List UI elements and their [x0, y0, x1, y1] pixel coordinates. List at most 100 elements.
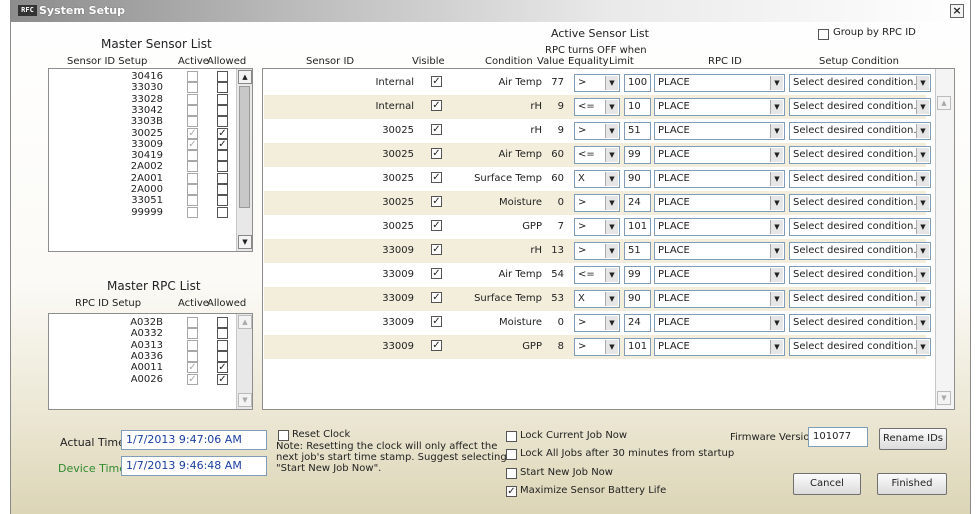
chevron-down-icon[interactable]: ▼	[770, 316, 783, 330]
equality-dropdown[interactable]: > ▼	[574, 122, 620, 140]
allowed-checkbox[interactable]	[217, 184, 228, 195]
allowed-checkbox[interactable]	[217, 206, 228, 218]
active-sensor-table[interactable]: Internal ✓ Air Temp 77 > ▼ 100 PLACE ▼ Select des…	[262, 68, 955, 410]
allowed-checkbox[interactable]	[217, 150, 228, 162]
chevron-down-icon[interactable]: ▼	[605, 220, 618, 234]
allowed-checkbox[interactable]	[217, 328, 228, 340]
scroll-thumb[interactable]	[239, 86, 250, 208]
setup-condition-dropdown[interactable]: Select desired condition... ▼	[789, 242, 931, 260]
equality-dropdown[interactable]: > ▼	[574, 194, 620, 212]
chevron-down-icon[interactable]: ▼	[770, 172, 783, 186]
list-item[interactable]: 3303B	[49, 116, 252, 128]
list-item[interactable]: 2A002	[49, 161, 252, 173]
chevron-down-icon[interactable]: ▼	[770, 292, 783, 306]
chevron-down-icon[interactable]: ▼	[605, 292, 618, 306]
setup-condition-dropdown[interactable]: Select desired condition... ▼	[789, 194, 931, 212]
allowed-checkbox[interactable]	[217, 172, 228, 184]
list-item[interactable]: 99999	[49, 206, 252, 218]
chevron-down-icon[interactable]: ▼	[770, 100, 783, 114]
limit-field[interactable]: 99	[624, 146, 651, 164]
allowed-checkbox[interactable]	[217, 195, 228, 207]
chevron-down-icon[interactable]: ▼	[770, 196, 783, 210]
list-item[interactable]: 30419	[49, 150, 252, 162]
chevron-down-icon[interactable]: ▼	[770, 220, 783, 234]
list-item[interactable]: A032B	[49, 317, 252, 328]
limit-field[interactable]: 51	[624, 122, 651, 140]
chevron-down-icon[interactable]: ▼	[916, 268, 929, 282]
finished-button[interactable]: Finished	[877, 473, 947, 495]
group-by-rpc-checkbox[interactable]	[818, 29, 829, 40]
chevron-down-icon[interactable]: ▼	[770, 148, 783, 162]
chevron-down-icon[interactable]: ▼	[605, 340, 618, 354]
table-row[interactable]: 33009 ✓ GPP 8 > ▼ 101 PLACE ▼ Select desired cond…	[264, 335, 931, 359]
list-item[interactable]: A0313	[49, 339, 252, 351]
chevron-down-icon[interactable]: ▼	[916, 196, 929, 210]
chevron-down-icon[interactable]: ▼	[770, 244, 783, 258]
list-item[interactable]: A0332	[49, 328, 252, 340]
allowed-checkbox[interactable]: ✓	[217, 362, 228, 374]
lock-current-job-checkbox[interactable]	[506, 431, 517, 442]
table-row[interactable]: 30025 ✓ GPP 7 > ▼ 101 PLACE ▼ Select desired cond…	[264, 215, 931, 239]
rpc-id-dropdown[interactable]: PLACE ▼	[654, 122, 785, 140]
table-row[interactable]: Internal ✓ rH 9 <= ▼ 10 PLACE ▼ Select desired co…	[264, 95, 931, 119]
limit-field[interactable]: 99	[624, 266, 651, 284]
visible-checkbox[interactable]: ✓	[431, 316, 442, 327]
cancel-button[interactable]: Cancel	[793, 473, 861, 495]
setup-condition-dropdown[interactable]: Select desired condition... ▼	[789, 122, 931, 140]
active-sensor-scrollbar[interactable]: ▲ ▼	[935, 69, 954, 409]
list-item[interactable]: 2A001	[49, 172, 252, 184]
visible-checkbox[interactable]: ✓	[431, 124, 442, 135]
visible-checkbox[interactable]: ✓	[431, 220, 442, 231]
setup-condition-dropdown[interactable]: Select desired condition... ▼	[789, 98, 931, 116]
master-sensor-scrollbar[interactable]: ▲ ▼	[236, 69, 252, 251]
firmware-version-field[interactable]: 101077	[808, 427, 868, 447]
chevron-down-icon[interactable]: ▼	[605, 76, 618, 90]
allowed-checkbox[interactable]	[217, 116, 228, 128]
visible-checkbox[interactable]: ✓	[431, 340, 442, 351]
visible-checkbox[interactable]: ✓	[431, 172, 442, 183]
chevron-down-icon[interactable]: ▼	[605, 244, 618, 258]
visible-checkbox[interactable]: ✓	[431, 148, 442, 159]
rpc-id-dropdown[interactable]: PLACE ▼	[654, 194, 785, 212]
chevron-down-icon[interactable]: ▼	[770, 76, 783, 90]
lock-all-jobs-checkbox[interactable]	[506, 449, 517, 460]
table-row[interactable]: 30025 ✓ Air Temp 60 <= ▼ 99 PLACE ▼ Select desire…	[264, 143, 931, 167]
scroll-up-icon[interactable]: ▲	[238, 70, 252, 84]
master-sensor-list[interactable]: 30416 33030 33028 33042 3303B 30025 ✓ ✓ 33009 ✓ ✓ 3…	[48, 68, 253, 252]
rpc-id-dropdown[interactable]: PLACE ▼	[654, 290, 785, 308]
chevron-down-icon[interactable]: ▼	[605, 196, 618, 210]
table-row[interactable]: 30025 ✓ rH 9 > ▼ 51 PLACE ▼ Select desired condit…	[264, 119, 931, 143]
allowed-checkbox[interactable]: ✓	[217, 373, 228, 385]
list-item[interactable]: A0336	[49, 350, 252, 362]
limit-field[interactable]: 51	[624, 242, 651, 260]
list-item[interactable]: 33051	[49, 195, 252, 207]
chevron-down-icon[interactable]: ▼	[916, 148, 929, 162]
rpc-id-dropdown[interactable]: PLACE ▼	[654, 218, 785, 236]
master-rpc-list[interactable]: A032B A0332 A0313 A0336 A0011 ✓ ✓ A0026 ✓ ✓ ▲ ▼	[48, 313, 253, 410]
list-item[interactable]: 33028	[49, 93, 252, 105]
limit-field[interactable]: 101	[624, 338, 651, 356]
limit-field[interactable]: 10	[624, 98, 651, 116]
rename-ids-button[interactable]: Rename IDs	[879, 428, 947, 450]
equality-dropdown[interactable]: <= ▼	[574, 266, 620, 284]
table-row[interactable]: 30025 ✓ Moisture 0 > ▼ 24 PLACE ▼ Select desired …	[264, 191, 931, 215]
chevron-down-icon[interactable]: ▼	[605, 316, 618, 330]
master-rpc-scrollbar[interactable]: ▲ ▼	[236, 314, 252, 409]
table-row[interactable]: 33009 ✓ Air Temp 54 <= ▼ 99 PLACE ▼ Select desire…	[264, 263, 931, 287]
list-item[interactable]: 33042	[49, 104, 252, 116]
scroll-down-icon[interactable]: ▼	[238, 393, 252, 407]
limit-field[interactable]: 101	[624, 218, 651, 236]
setup-condition-dropdown[interactable]: Select desired condition... ▼	[789, 314, 931, 332]
list-item[interactable]: 30025 ✓ ✓	[49, 127, 252, 139]
table-row[interactable]: 33009 ✓ rH 13 > ▼ 51 PLACE ▼ Select desired condi…	[264, 239, 931, 263]
equality-dropdown[interactable]: <= ▼	[574, 146, 620, 164]
limit-field[interactable]: 24	[624, 194, 651, 212]
equality-dropdown[interactable]: > ▼	[574, 242, 620, 260]
allowed-checkbox[interactable]	[217, 339, 228, 351]
allowed-checkbox[interactable]	[217, 71, 228, 82]
list-item[interactable]: A0011 ✓ ✓	[49, 362, 252, 374]
equality-dropdown[interactable]: > ▼	[574, 74, 620, 92]
chevron-down-icon[interactable]: ▼	[916, 244, 929, 258]
chevron-down-icon[interactable]: ▼	[605, 172, 618, 186]
rpc-id-dropdown[interactable]: PLACE ▼	[654, 338, 785, 356]
